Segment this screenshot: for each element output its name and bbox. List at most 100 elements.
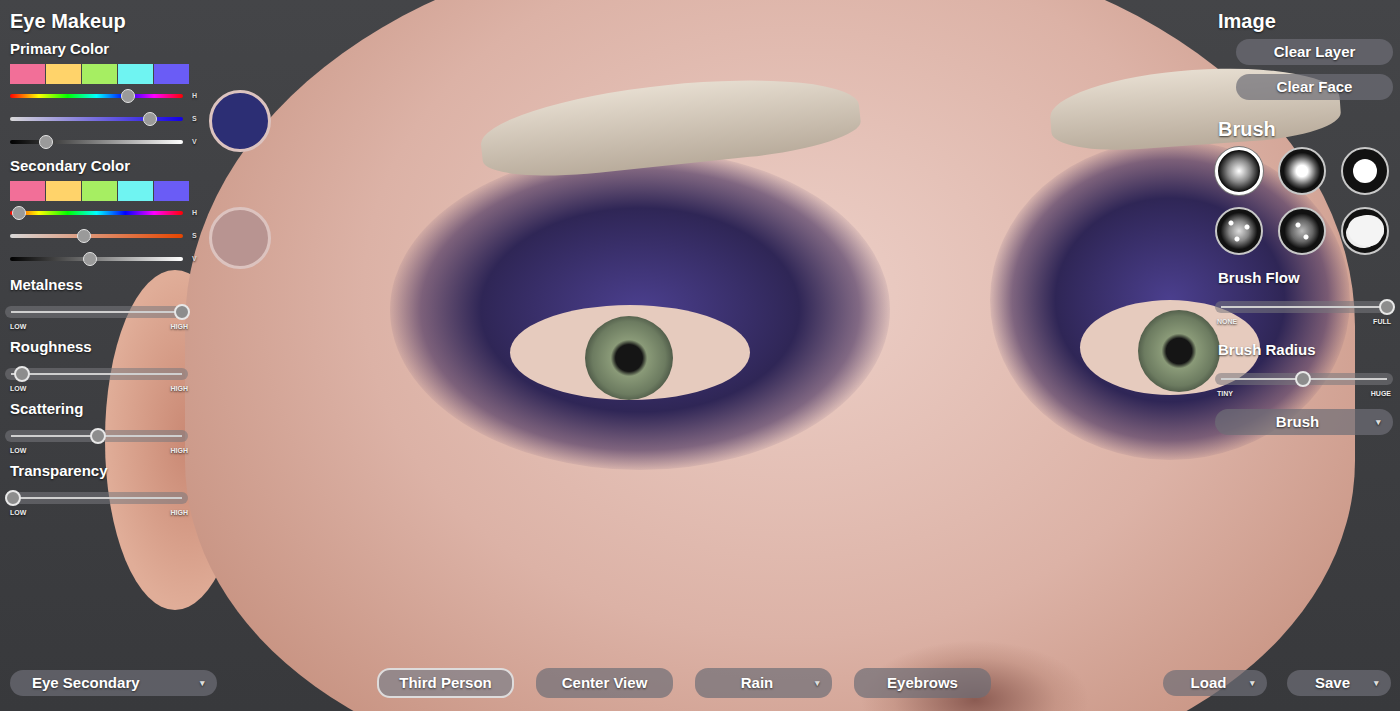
- swatch-row: [10, 181, 205, 201]
- brush-tip-icon: [1353, 159, 1377, 183]
- color-swatch[interactable]: [154, 181, 189, 201]
- slider-label: Brush Flow: [1215, 269, 1393, 287]
- color-swatch[interactable]: [46, 181, 81, 201]
- color-slider-row: H: [10, 84, 205, 107]
- image-title: Image: [1215, 9, 1393, 33]
- color-swatch[interactable]: [46, 64, 81, 84]
- section-label: Primary Color: [10, 40, 300, 58]
- iris-shape: [585, 316, 673, 400]
- caret-icon: ▾: [1250, 674, 1255, 692]
- color-swatch[interactable]: [118, 181, 153, 201]
- slider-thumb[interactable]: [174, 304, 190, 320]
- brush-grid: [1215, 147, 1393, 255]
- high-label: HUGE: [1371, 389, 1391, 399]
- brush-option[interactable]: [1278, 147, 1326, 195]
- view-button[interactable]: Eyebrows: [854, 668, 991, 698]
- brush-option[interactable]: [1215, 147, 1263, 195]
- color-preview[interactable]: [209, 90, 271, 152]
- file-button[interactable]: Load▾: [1163, 670, 1267, 696]
- slider-thumb[interactable]: [12, 206, 26, 220]
- brush-slider[interactable]: [1215, 371, 1393, 387]
- caret-icon: ▾: [200, 674, 205, 692]
- brush-tip-icon: [1282, 151, 1322, 191]
- file-buttons: Load▾ Save▾: [1163, 670, 1391, 696]
- low-label: LOW: [10, 384, 26, 394]
- caret-icon: ▾: [1374, 674, 1379, 692]
- color-slider[interactable]: [10, 135, 183, 149]
- caret-icon: ▾: [815, 674, 820, 692]
- view-button[interactable]: Rain▾: [695, 668, 832, 698]
- brush-slider[interactable]: [1215, 299, 1393, 315]
- color-slider[interactable]: [10, 252, 183, 266]
- high-label: HIGH: [171, 508, 189, 518]
- slider-label: Scattering: [10, 400, 188, 418]
- material-slider[interactable]: [5, 366, 188, 382]
- brush-tip-icon: [1219, 151, 1259, 191]
- color-swatch[interactable]: [10, 181, 45, 201]
- color-swatch[interactable]: [154, 64, 189, 84]
- slider-thumb[interactable]: [143, 112, 157, 126]
- material-slider-group: MetalnessLOWHIGH: [10, 276, 188, 332]
- color-slider[interactable]: [10, 112, 183, 126]
- view-button[interactable]: Third Person: [377, 668, 514, 698]
- color-swatch[interactable]: [118, 64, 153, 84]
- material-slider[interactable]: [5, 490, 188, 506]
- image-button[interactable]: Clear Layer: [1236, 39, 1393, 65]
- brush-title: Brush: [1215, 117, 1393, 141]
- color-slider-row: H: [10, 201, 205, 224]
- slider-thumb[interactable]: [1379, 299, 1395, 315]
- file-button[interactable]: Save▾: [1287, 670, 1391, 696]
- slider-label: Metalness: [10, 276, 188, 294]
- section-label: Secondary Color: [10, 157, 300, 175]
- makeup-panel: Eye Makeup Primary Color H S V Secondary Colo…: [0, 0, 300, 518]
- color-slider[interactable]: [10, 89, 183, 103]
- brush-option[interactable]: [1341, 147, 1389, 195]
- slider-thumb[interactable]: [39, 135, 53, 149]
- color-slider-row: V: [10, 247, 205, 270]
- slider-thumb[interactable]: [77, 229, 91, 243]
- color-slider-row: V: [10, 130, 205, 153]
- slider-thumb[interactable]: [90, 428, 106, 444]
- brush-tip-icon: [1282, 211, 1322, 251]
- slider-label: Transparency: [10, 462, 188, 480]
- axis-label: S: [192, 115, 197, 122]
- color-swatch[interactable]: [82, 64, 117, 84]
- color-swatch[interactable]: [82, 181, 117, 201]
- low-label: LOW: [10, 446, 26, 456]
- slider-thumb[interactable]: [83, 252, 97, 266]
- low-label: NONE: [1217, 317, 1237, 327]
- axis-label: V: [192, 255, 197, 262]
- layer-dropdown[interactable]: Eye Secondary▾: [10, 670, 217, 696]
- brush-slider-group: Brush RadiusTINYHUGE: [1215, 341, 1393, 399]
- brush-option[interactable]: [1278, 207, 1326, 255]
- image-button[interactable]: Clear Face: [1236, 74, 1393, 100]
- brush-option[interactable]: [1341, 207, 1389, 255]
- low-label: TINY: [1217, 389, 1233, 399]
- high-label: HIGH: [171, 446, 189, 456]
- color-slider-row: S: [10, 107, 205, 130]
- brush-slider-group: Brush FlowNONEFULL: [1215, 269, 1393, 327]
- color-slider[interactable]: [10, 229, 183, 243]
- face-render[interactable]: [0, 0, 1400, 711]
- color-preview[interactable]: [209, 207, 271, 269]
- color-section: Primary Color H S V: [10, 40, 300, 153]
- brush-dropdown[interactable]: Brush▾: [1215, 409, 1393, 435]
- material-slider[interactable]: [5, 428, 188, 444]
- bottom-bar: Eye Secondary▾ Third Person Center View Rai…: [0, 668, 1400, 698]
- color-slider[interactable]: [10, 206, 183, 220]
- material-slider-group: Scattering LOW HIGH: [10, 400, 188, 456]
- material-slider-group: Transparency LOW HIGH: [10, 462, 188, 518]
- material-slider[interactable]: [5, 304, 188, 320]
- brush-option[interactable]: [1215, 207, 1263, 255]
- low-label: LOW: [10, 508, 26, 518]
- slider-thumb[interactable]: [121, 89, 135, 103]
- low-label: LOW: [10, 322, 26, 332]
- panel-title: Eye Makeup: [10, 9, 300, 33]
- axis-label: H: [192, 92, 197, 99]
- slider-label: Roughness: [10, 338, 188, 356]
- color-swatch[interactable]: [10, 64, 45, 84]
- view-button[interactable]: Center View: [536, 668, 673, 698]
- makeup-editor: Eye Makeup Primary Color H S V Secondary Colo…: [0, 0, 1400, 711]
- iris-shape: [1138, 310, 1220, 392]
- axis-label: S: [192, 232, 197, 239]
